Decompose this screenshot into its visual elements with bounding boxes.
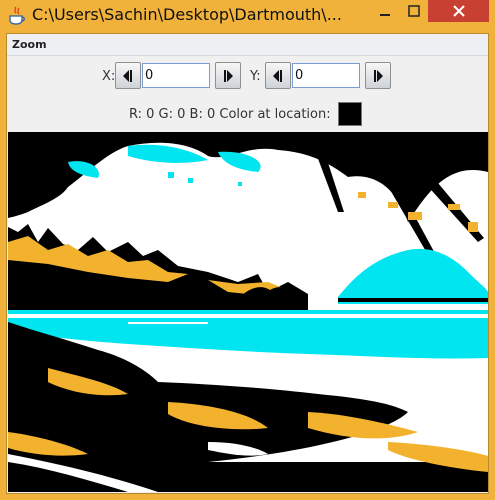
right-triangle-icon	[374, 69, 383, 82]
close-button[interactable]	[428, 0, 489, 22]
window-title: C:\Users\Sachin\Desktop\Dartmouth\...	[32, 5, 342, 24]
left-triangle-icon	[273, 69, 282, 82]
minimize-button[interactable]	[371, 0, 398, 22]
menu-bar: Zoom	[7, 34, 488, 56]
maximize-icon	[407, 5, 420, 17]
posterized-beach-image	[8, 132, 488, 492]
minimize-icon	[379, 14, 390, 16]
color-readout: R: 0 G: 0 B: 0 Color at location:	[129, 107, 331, 122]
color-swatch	[338, 102, 362, 126]
java-coffee-cup-icon	[8, 6, 26, 26]
mountain-edge	[338, 298, 488, 302]
image-canvas[interactable]	[8, 132, 488, 492]
x-input[interactable]: 0	[142, 63, 210, 88]
menu-zoom[interactable]: Zoom	[12, 38, 47, 51]
app-window: C:\Users\Sachin\Desktop\Dartmouth\... Zo…	[0, 0, 495, 500]
x-increment-button[interactable]	[215, 62, 241, 89]
maximize-button[interactable]	[400, 0, 427, 22]
title-bar[interactable]: C:\Users\Sachin\Desktop\Dartmouth\...	[0, 0, 495, 33]
y-label: Y:	[250, 69, 261, 84]
x-label: X:	[102, 69, 116, 84]
y-decrement-button[interactable]	[265, 62, 291, 89]
right-triangle-icon	[224, 69, 233, 82]
x-decrement-button[interactable]	[115, 62, 141, 89]
y-input[interactable]: 0	[292, 63, 360, 88]
window-client-area: Zoom X: 0 Y: 0 R: 0 G: 0 B: 0 Color at l…	[6, 33, 489, 494]
left-triangle-icon	[123, 69, 132, 82]
close-icon	[452, 5, 465, 17]
y-increment-button[interactable]	[365, 62, 391, 89]
